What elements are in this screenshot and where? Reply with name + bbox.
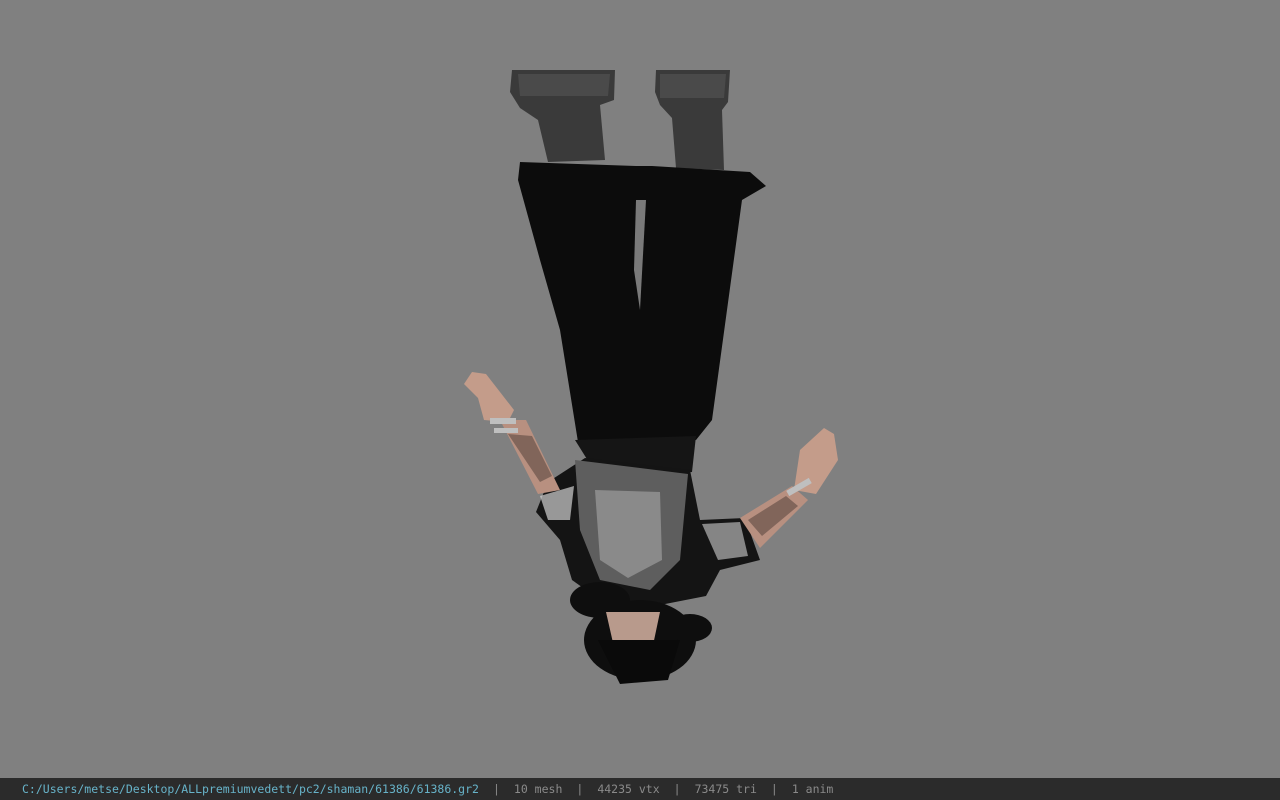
separator: |	[576, 782, 584, 796]
separator: |	[492, 782, 500, 796]
separator: |	[770, 782, 778, 796]
status-bar: C:/Users/metse/Desktop/ALLpremiumvedett/…	[0, 778, 1280, 800]
file-path: C:/Users/metse/Desktop/ALLpremiumvedett/…	[22, 782, 479, 796]
right-arm	[740, 428, 838, 548]
triangle-count: 73475 tri	[694, 782, 757, 796]
model-viewport[interactable]	[0, 0, 1280, 778]
character-model	[464, 70, 838, 684]
pants	[518, 162, 766, 476]
shirt	[536, 458, 760, 605]
separator: |	[673, 782, 681, 796]
left-arm	[464, 372, 560, 494]
left-boot	[510, 70, 615, 162]
mesh-count: 10 mesh	[513, 782, 563, 796]
right-boot	[655, 70, 730, 170]
vertex-count: 44235 vtx	[597, 782, 660, 796]
animation-count: 1 anim	[791, 782, 834, 796]
